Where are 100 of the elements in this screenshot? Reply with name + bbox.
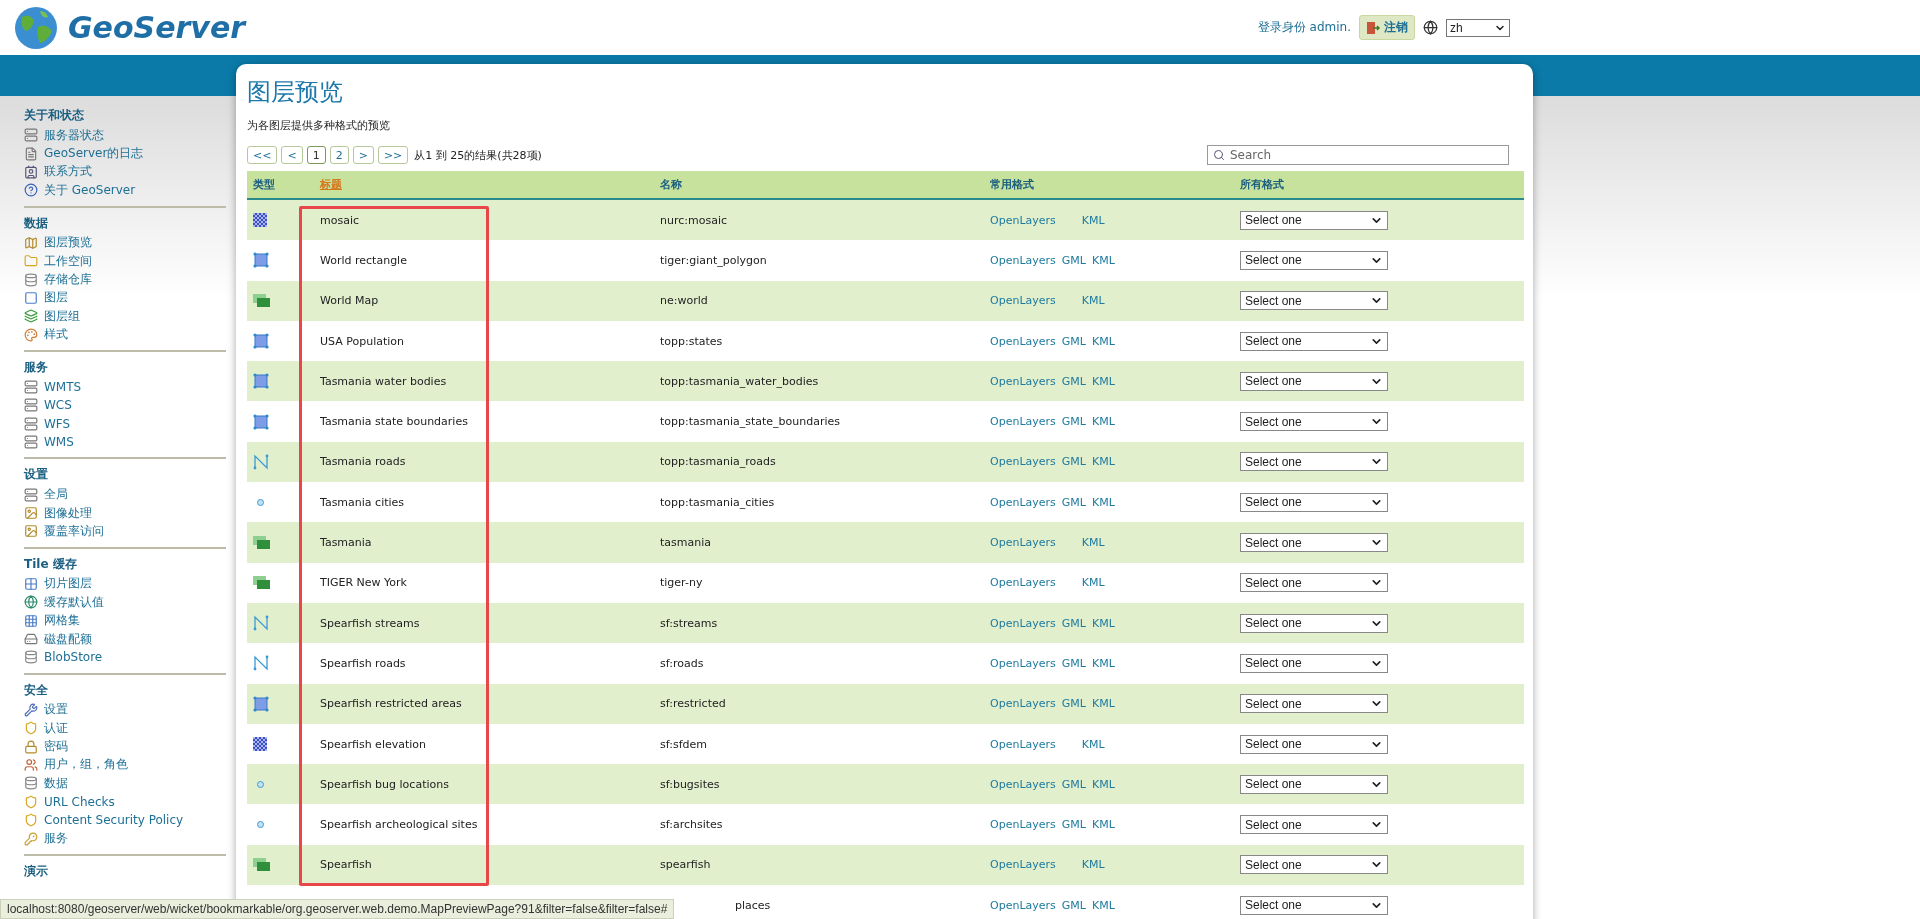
format-link[interactable]: OpenLayers [990, 294, 1056, 308]
sidebar-link[interactable]: URL Checks [24, 792, 226, 811]
logout-button[interactable]: 注销 [1359, 15, 1415, 40]
pager-button[interactable]: << [247, 146, 278, 164]
sidebar-link[interactable]: WFS [24, 414, 226, 434]
format-link[interactable]: OpenLayers [990, 777, 1056, 791]
sidebar-link[interactable]: Content Security Policy [24, 810, 226, 830]
sidebar-link[interactable]: 样式 [24, 325, 226, 344]
format-select[interactable]: Select one [1240, 855, 1388, 875]
format-link[interactable]: GML [1061, 374, 1086, 388]
format-link[interactable]: KML [1081, 294, 1105, 308]
format-link[interactable]: OpenLayers [990, 656, 1056, 670]
format-link[interactable]: KML [1091, 818, 1115, 832]
format-link[interactable]: KML [1091, 455, 1115, 469]
format-link[interactable]: OpenLayers [990, 697, 1056, 711]
sidebar-link[interactable]: 图像处理 [24, 503, 226, 523]
format-select[interactable]: Select one [1240, 250, 1388, 270]
format-select[interactable]: Select one [1240, 452, 1388, 472]
format-link[interactable]: GML [1061, 697, 1086, 711]
format-select[interactable]: Select one [1240, 533, 1388, 552]
sidebar-link[interactable]: 覆盖率访问 [24, 522, 226, 541]
format-select[interactable]: Select one [1240, 291, 1388, 311]
format-link[interactable]: KML [1091, 898, 1115, 912]
sidebar-link[interactable]: 用户，组，角色 [24, 755, 226, 775]
pager-button[interactable]: 1 [306, 146, 326, 164]
sidebar-link[interactable]: 磁盘配额 [24, 629, 226, 649]
format-select[interactable]: Select one [1240, 815, 1388, 835]
format-link[interactable]: GML [1061, 253, 1086, 267]
format-link[interactable]: OpenLayers [990, 253, 1056, 267]
format-link[interactable]: GML [1061, 898, 1086, 912]
format-link[interactable]: OpenLayers [990, 334, 1056, 348]
format-link[interactable]: GML [1061, 777, 1086, 791]
format-select[interactable]: Select one [1240, 412, 1388, 432]
format-link[interactable]: KML [1091, 656, 1115, 670]
sidebar-link[interactable]: WCS [24, 396, 226, 415]
format-link[interactable]: OpenLayers [990, 213, 1056, 227]
format-select[interactable]: Select one [1240, 734, 1388, 754]
sidebar-link[interactable]: GeoServer的日志 [24, 144, 226, 163]
format-link[interactable]: KML [1081, 536, 1105, 549]
format-link[interactable]: KML [1091, 334, 1115, 348]
format-link[interactable]: KML [1081, 737, 1105, 751]
format-link[interactable]: KML [1091, 697, 1115, 711]
format-select[interactable]: Select one [1240, 331, 1388, 351]
format-link[interactable]: GML [1061, 656, 1086, 670]
format-select[interactable]: Select one [1240, 492, 1388, 512]
format-select[interactable]: Select one [1240, 613, 1388, 633]
format-select[interactable]: Select one [1240, 371, 1388, 391]
sidebar-link[interactable]: 切片图层 [24, 574, 226, 594]
sidebar-link[interactable]: 图层组 [24, 307, 226, 326]
sidebar-link[interactable]: 密码 [24, 737, 226, 756]
format-select[interactable]: Select one [1240, 210, 1388, 230]
search-field[interactable]: Search [1207, 145, 1509, 165]
format-link[interactable]: GML [1061, 818, 1086, 832]
pager-button[interactable]: 2 [329, 146, 349, 164]
sidebar-link[interactable]: 存储仓库 [24, 270, 226, 289]
sidebar-link[interactable]: 数据 [24, 774, 226, 793]
format-link[interactable]: OpenLayers [990, 536, 1056, 549]
sidebar-link[interactable]: 设置 [24, 700, 226, 719]
format-link[interactable]: OpenLayers [990, 455, 1056, 469]
format-link[interactable]: KML [1081, 858, 1105, 872]
format-link[interactable]: OpenLayers [990, 415, 1056, 429]
format-link[interactable]: KML [1091, 777, 1115, 791]
format-link[interactable]: KML [1081, 213, 1105, 227]
format-link[interactable]: OpenLayers [990, 737, 1056, 751]
format-link[interactable]: KML [1091, 415, 1115, 429]
format-link[interactable]: OpenLayers [990, 858, 1056, 872]
format-link[interactable]: OpenLayers [990, 898, 1056, 912]
format-link[interactable]: OpenLayers [990, 374, 1056, 388]
pager-button[interactable]: >> [377, 146, 409, 164]
sidebar-link[interactable]: WMS [24, 433, 226, 452]
format-link[interactable]: KML [1081, 576, 1105, 590]
format-link[interactable]: OpenLayers [990, 818, 1056, 832]
format-link[interactable]: GML [1061, 334, 1086, 348]
sidebar-link[interactable]: WMTS [24, 377, 226, 397]
sidebar-link[interactable]: 工作空间 [24, 251, 226, 271]
pager-button[interactable]: < [281, 146, 303, 164]
sidebar-link[interactable]: 服务器状态 [24, 126, 226, 145]
language-select[interactable]: zh [1446, 18, 1510, 37]
sidebar-link[interactable]: 联系方式 [24, 162, 226, 182]
format-select[interactable]: Select one [1240, 653, 1388, 673]
format-link[interactable]: GML [1061, 495, 1086, 509]
sidebar-link[interactable]: 缓存默认值 [24, 593, 226, 612]
format-link[interactable]: KML [1091, 374, 1115, 388]
format-link[interactable]: GML [1061, 455, 1086, 469]
pager-button[interactable]: > [352, 146, 374, 164]
format-link[interactable]: OpenLayers [990, 616, 1056, 630]
sidebar-link[interactable]: BlobStore [24, 648, 226, 667]
sidebar-link[interactable]: 认证 [24, 719, 226, 738]
format-link[interactable]: KML [1091, 253, 1115, 267]
format-link[interactable]: KML [1091, 616, 1115, 630]
format-link[interactable]: GML [1061, 616, 1086, 630]
sidebar-link[interactable]: 全局 [24, 485, 226, 504]
sidebar-link[interactable]: 图层 [24, 288, 226, 308]
format-link[interactable]: OpenLayers [990, 576, 1056, 590]
format-link[interactable]: KML [1091, 495, 1115, 509]
sidebar-link[interactable]: 网格集 [24, 611, 226, 630]
format-select[interactable]: Select one [1240, 895, 1388, 915]
format-link[interactable]: GML [1061, 415, 1086, 429]
sidebar-link[interactable]: 关于 GeoServer [24, 181, 226, 200]
format-select[interactable]: Select one [1240, 573, 1388, 593]
